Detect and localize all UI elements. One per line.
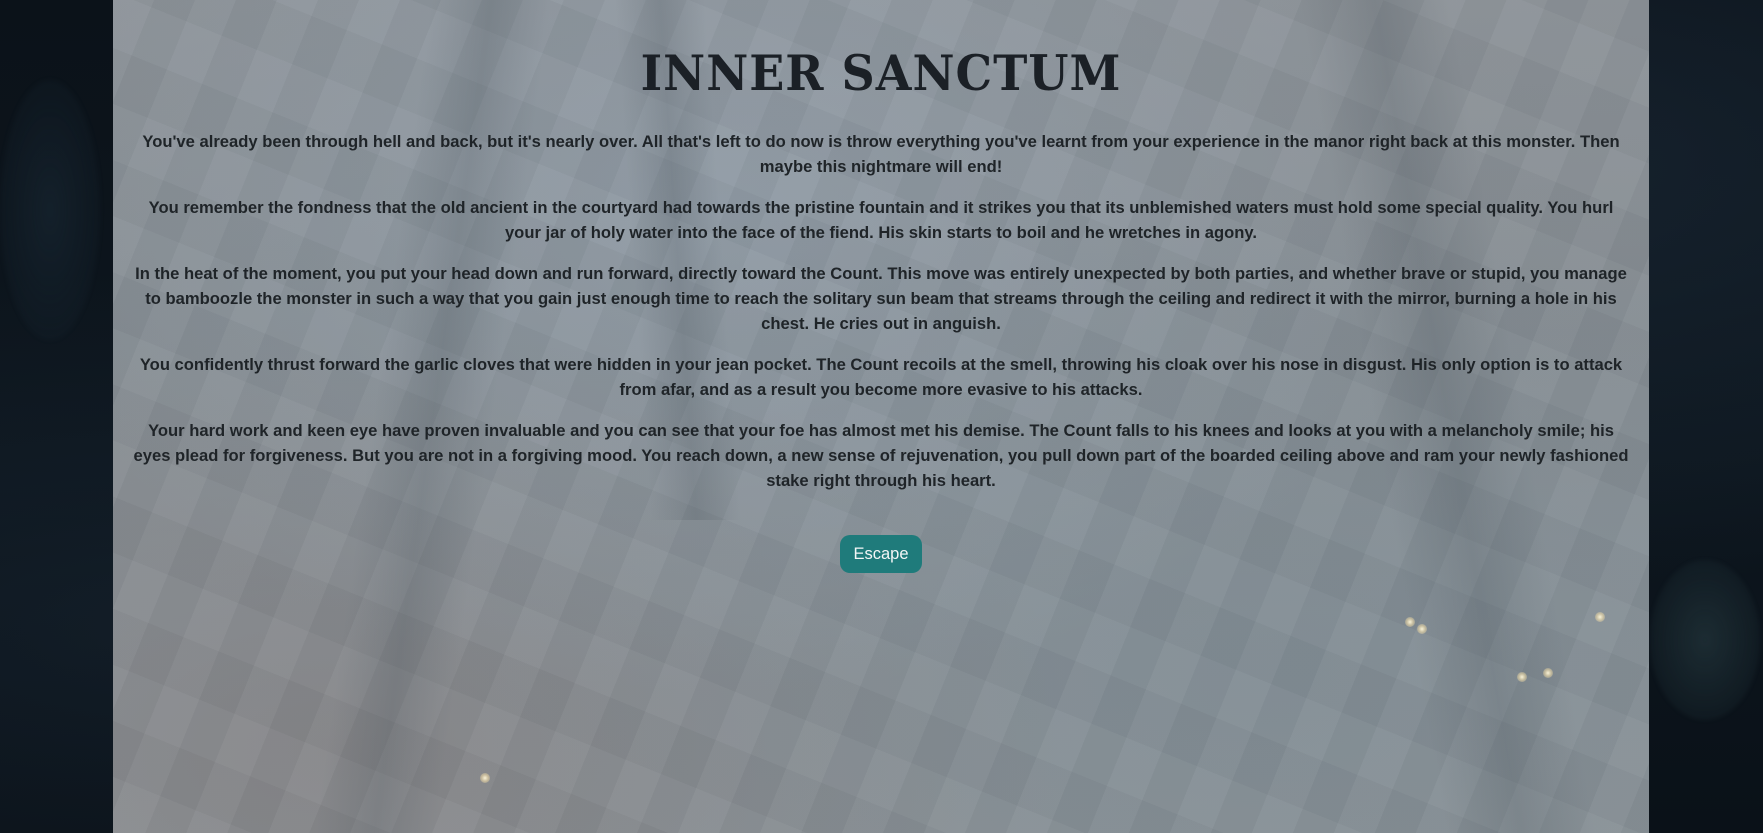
- left-edge-shadow: [0, 80, 100, 340]
- escape-button[interactable]: Escape: [840, 535, 922, 573]
- candle-light: [1417, 624, 1427, 634]
- candle-light: [1543, 668, 1553, 678]
- story-panel: INNER SANCTUM You've already been throug…: [113, 0, 1649, 833]
- page-title: INNER SANCTUM: [640, 44, 1122, 102]
- story-paragraph: You remember the fondness that the old a…: [148, 198, 1614, 242]
- story-paragraph: You've already been through hell and bac…: [142, 132, 1620, 176]
- candle-light: [1405, 617, 1415, 627]
- candle-light: [480, 773, 490, 783]
- candle-light: [1517, 672, 1527, 682]
- story-paragraph: Your hard work and keen eye have proven …: [133, 421, 1629, 490]
- candle-light: [1595, 612, 1605, 622]
- story-paragraph: You confidently thrust forward the garli…: [139, 355, 1623, 399]
- right-edge-shadow: [1650, 560, 1760, 720]
- story-content: INNER SANCTUM You've already been throug…: [113, 0, 1649, 573]
- story-text: You've already been through hell and bac…: [113, 98, 1649, 493]
- story-paragraph: In the heat of the moment, you put your …: [135, 264, 1627, 333]
